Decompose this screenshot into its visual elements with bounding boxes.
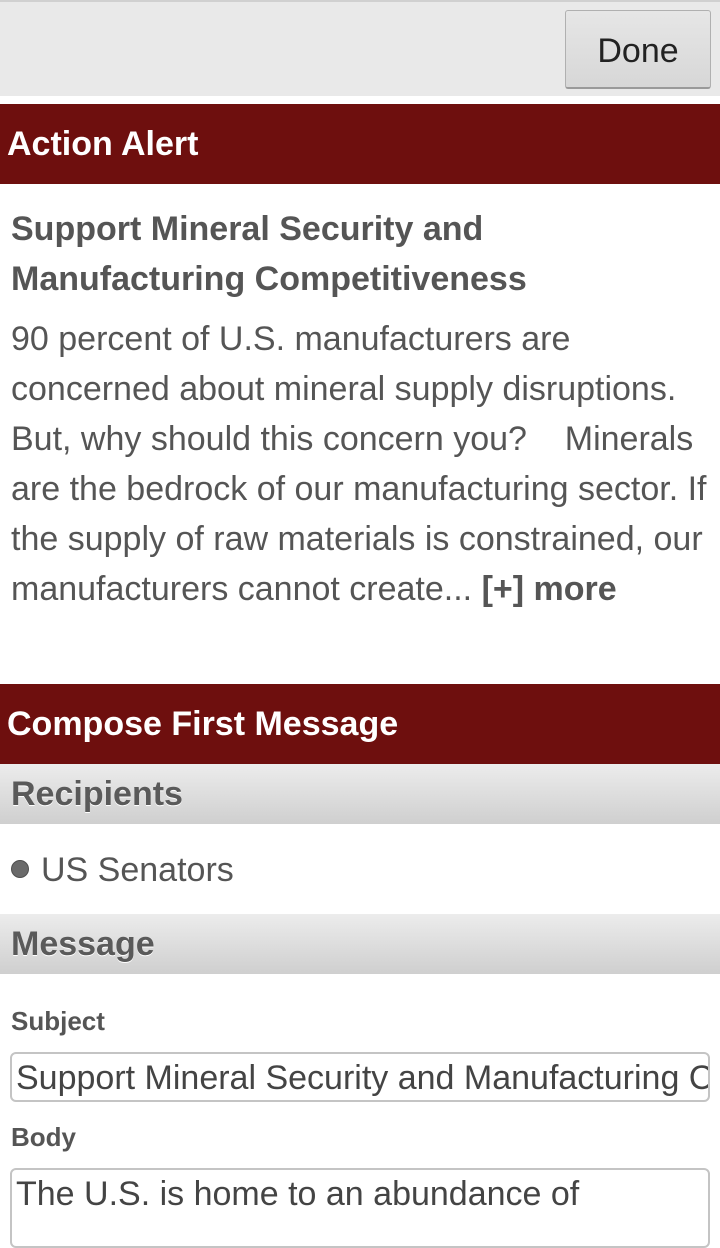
body-textarea[interactable]: The U.S. is home to an abundance of [10, 1168, 710, 1248]
message-section-header: Message [0, 914, 720, 974]
alert-summary: 90 percent of U.S. manufacturers are con… [11, 314, 711, 614]
recipients-section-header: Recipients [0, 764, 720, 824]
subject-input[interactable]: Support Mineral Security and Manufacturi… [10, 1052, 710, 1102]
action-alert-header: Action Alert [0, 104, 720, 184]
compose-message-header: Compose First Message [0, 684, 720, 764]
recipient-option[interactable]: US Senators [11, 848, 234, 892]
done-button[interactable]: Done [565, 10, 711, 89]
radio-bullet-icon [11, 860, 29, 879]
more-link[interactable]: [+] more [482, 570, 617, 608]
alert-summary-text: 90 percent of U.S. manufacturers are con… [11, 320, 716, 608]
subject-label: Subject [11, 1006, 105, 1036]
alert-title: Support Mineral Security and Manufacturi… [11, 210, 527, 298]
body-label: Body [11, 1122, 76, 1152]
recipient-label: US Senators [41, 851, 234, 889]
top-toolbar: Done [0, 0, 720, 96]
